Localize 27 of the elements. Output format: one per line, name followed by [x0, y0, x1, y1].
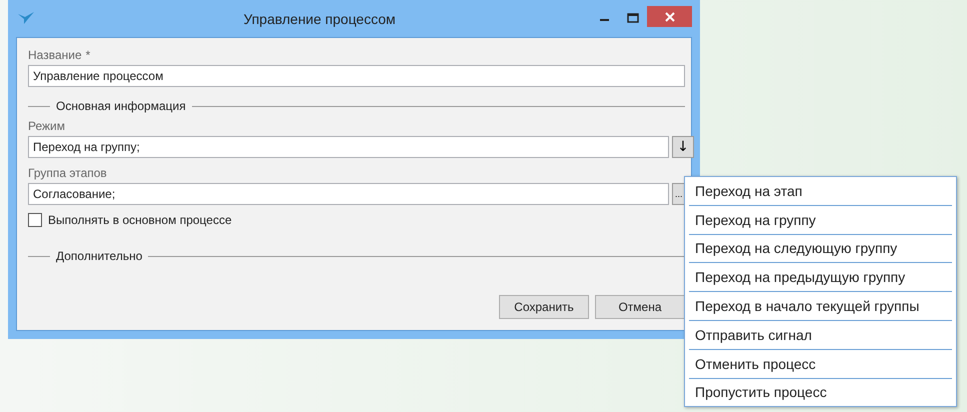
- menu-item[interactable]: Переход на следующую группу: [689, 234, 952, 264]
- save-button[interactable]: Сохранить: [499, 295, 589, 319]
- menu-item[interactable]: Отправить сигнал: [689, 320, 952, 350]
- cancel-button[interactable]: Отмена: [595, 295, 685, 319]
- group-field[interactable]: Согласование;: [28, 183, 669, 205]
- menu-item[interactable]: Переход в начало текущей группы: [689, 292, 952, 321]
- section-title: Дополнительно: [56, 249, 142, 263]
- field-label: Режим: [28, 119, 66, 133]
- menu-item[interactable]: Переход на предыдущую группу: [689, 263, 952, 292]
- menu-item[interactable]: Переход на группу: [689, 206, 952, 235]
- menu-item[interactable]: Переход на этап: [689, 177, 952, 206]
- mode-field[interactable]: Переход на группу;: [28, 136, 669, 158]
- maximize-icon: [627, 13, 639, 23]
- checkbox-label: Выполнять в основном процессе: [48, 213, 232, 227]
- window-title: Управление процессом: [242, 10, 397, 26]
- section-title: Основная информация: [56, 99, 186, 113]
- required-mark: *: [86, 48, 90, 62]
- name-field[interactable]: Управление процессом: [28, 65, 685, 87]
- checkbox[interactable]: [28, 213, 42, 227]
- close-button[interactable]: [647, 6, 692, 27]
- bird-icon: [18, 12, 34, 24]
- menu-item[interactable]: Отменить процесс: [689, 350, 952, 379]
- menu-item[interactable]: Пропустить процесс: [689, 378, 952, 406]
- close-icon: [664, 12, 674, 22]
- field-label: Название: [28, 48, 82, 62]
- dropdown-button[interactable]: ↓: [672, 136, 694, 158]
- field-label: Группа этапов: [28, 166, 108, 180]
